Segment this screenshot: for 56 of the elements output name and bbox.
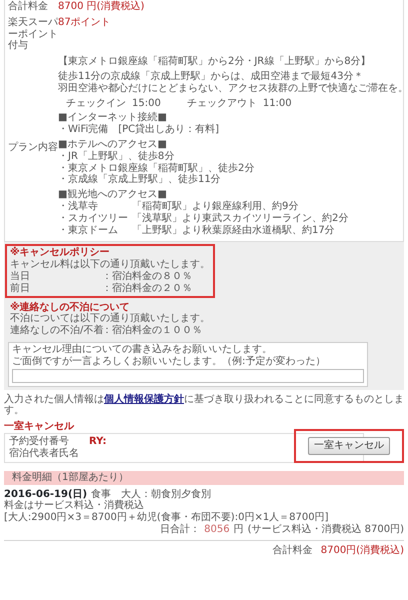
- reason-text: ご面倒ですが一言よろしくお願いいたします。（例:予定が変わった）: [12, 356, 326, 368]
- policy-value: ：宿泊料金の２０％: [102, 282, 192, 295]
- cancel-room-button[interactable]: 一室キャンセル: [308, 436, 390, 455]
- privacy-text: 入力された個人情報は個人情報保護方針に基づき取り扱われることに同意するものとします。: [4, 394, 404, 418]
- access-route: 「浅草駅」より東武スカイツリーライン、約2分: [132, 212, 348, 224]
- policy-text: キャンセル料は以下の通り頂戴いたします。: [10, 259, 210, 270]
- row-label: プラン内容: [8, 142, 58, 154]
- fee-meal: 食事 大人：朝食別夕食別: [91, 488, 212, 500]
- privacy-policy-link[interactable]: 個人情報保護方針: [104, 394, 184, 405]
- policy-value: ：宿泊料金の１００％: [102, 325, 202, 337]
- total-value: 8700円(消費税込): [320, 544, 404, 556]
- reason-input-field[interactable]: [12, 368, 364, 383]
- plan-text-line: ・JR「上野駅」、徒歩8分: [58, 150, 176, 162]
- reservation-label: 宿泊代表者氏名: [9, 448, 80, 460]
- section-title: 一室キャンセル: [4, 421, 76, 433]
- checkin-label: チェックイン: [66, 98, 126, 110]
- access-route: 「上野駅」より秋葉原経由水道橋駅、約17分: [132, 224, 335, 236]
- plan-text-line: 【東京メトロ銀座線「稲荷町駅」から2分・JR線「上野駅」から8分】: [58, 56, 372, 68]
- reservation-value: RY:: [89, 436, 107, 448]
- fee-breakdown: [大人:2900円×3＝8700円＋幼児(食事・布団不要):0円×1人＝8700円]: [4, 512, 330, 524]
- day-total-amount: 8056: [204, 524, 230, 536]
- fee-date: 2016-06-19(日): [4, 488, 88, 500]
- total-label: 合計料金: [272, 544, 313, 556]
- plan-text-line: ■観光地へのアクセス■: [58, 189, 168, 200]
- day-total-label: 日合計：: [160, 524, 200, 536]
- access-place: ・スカイツリー: [58, 212, 129, 224]
- plan-text-line: ・WiFi完備 [PC貸出しあり：有料]: [58, 124, 220, 136]
- policy-value: ：宿泊料金の８０％: [102, 270, 192, 282]
- row-value: 87ポイント: [58, 16, 111, 30]
- day-total-unit: 円: [234, 524, 244, 536]
- access-place: ・東京ドーム: [58, 224, 119, 236]
- access-place: ・浅草寺: [58, 200, 99, 213]
- row-label: 楽天スーパーポイント付与: [8, 16, 58, 52]
- plan-text-line: ・京成線「京成上野駅」、徒歩11分: [58, 174, 222, 186]
- day-total-note: (サービス料込・消費税込 8700円): [248, 524, 404, 536]
- policy-label: 連絡なしの不泊/不着: [10, 325, 102, 337]
- checkin-time: 15:00: [132, 98, 161, 110]
- checkout-label: チェックアウト: [186, 98, 257, 110]
- plan-text-line: 徒歩11分の京成線「京成上野駅」からは、成田空港まで最短43分＊: [58, 70, 364, 82]
- policy-label: 前日: [10, 282, 31, 295]
- policy-title: ※連絡なしの不泊について: [10, 302, 131, 313]
- policy-label: 当日: [10, 270, 31, 283]
- fee-header: 料金明細（1部屋あたり）: [4, 470, 404, 484]
- row-value: 8700 円(消費税込): [58, 1, 144, 13]
- row-label: 合計料金: [8, 1, 49, 13]
- policy-text: 不泊については以下の通り頂戴いたします。: [10, 313, 210, 324]
- plan-text-line: 羽田空港や都心だけにとどまらない、アクセス抜群の上野で快適なご滞在を。: [58, 82, 408, 95]
- reservation-label: 予約受付番号: [9, 436, 70, 448]
- checkout-time: 11:00: [262, 98, 292, 110]
- reason-text: キャンセル理由についての書き込みをお願いいたします。: [12, 344, 273, 356]
- policy-title: ※キャンセルポリシー: [10, 247, 111, 258]
- fee-note: 料金はサービス料込・消費税込: [4, 500, 145, 512]
- plan-text-line: ■インターネット接続■: [58, 112, 168, 124]
- plan-text-line: ・東京メトロ銀座線「稲荷町駅」、徒歩2分: [58, 162, 256, 174]
- plan-text-line: ■ホテルへのアクセス■: [58, 138, 168, 150]
- access-route: 「稲荷町駅」より銀座線利用、約9分: [132, 200, 298, 212]
